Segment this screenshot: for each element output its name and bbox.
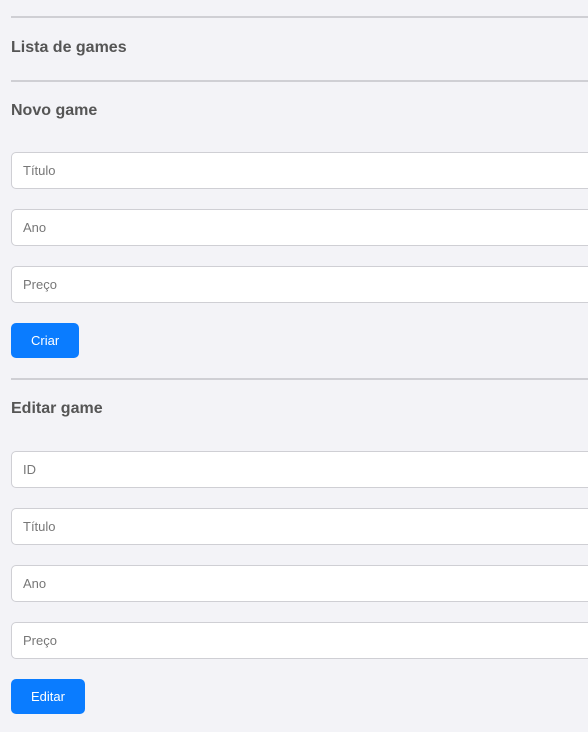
create-ano-input[interactable] [11,209,588,246]
divider-create [11,378,588,380]
edit-id-input[interactable] [11,451,588,488]
create-titulo-input[interactable] [11,152,588,189]
edit-ano-input[interactable] [11,565,588,602]
edit-section-title: Editar game [11,400,103,417]
editar-button[interactable]: Editar [11,679,85,714]
create-preco-input[interactable] [11,266,588,303]
criar-button[interactable]: Criar [11,323,80,358]
divider-list [11,80,588,82]
edit-titulo-input[interactable] [11,508,588,545]
divider-top [11,16,588,18]
games-page: Lista de games Novo game Criar Editar ga… [0,0,588,732]
list-section-title: Lista de games [11,39,127,56]
create-section-title: Novo game [11,102,98,119]
edit-preco-input[interactable] [11,622,588,659]
